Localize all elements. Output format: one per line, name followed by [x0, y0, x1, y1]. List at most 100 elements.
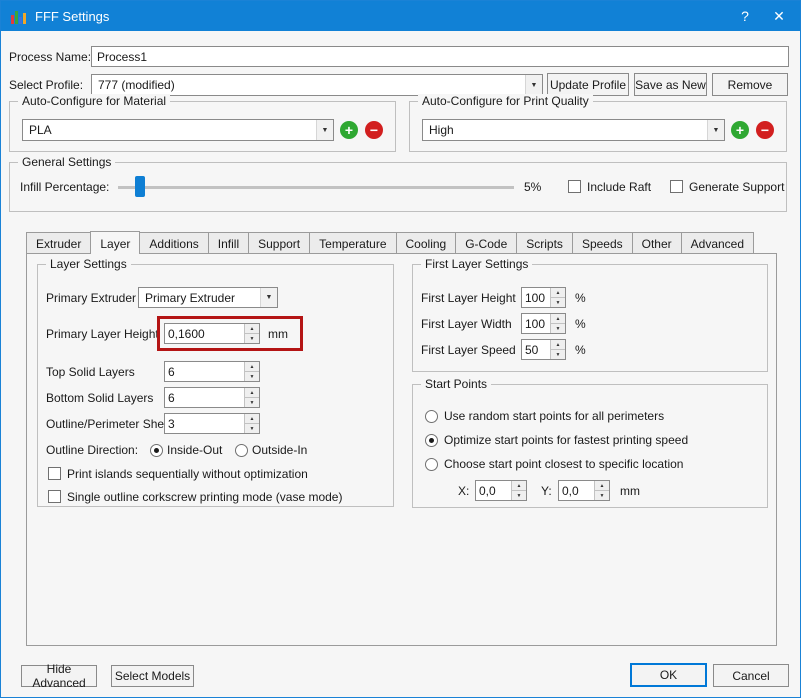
spin-buttons[interactable]: ▲ ▼	[550, 340, 565, 359]
first-layer-width-spinner[interactable]: 100 ▲ ▼	[521, 313, 566, 334]
top-solid-layers-spinner[interactable]: 6 ▲ ▼	[164, 361, 260, 382]
start-points-random-radio[interactable]	[425, 410, 438, 423]
spin-buttons[interactable]: ▲ ▼	[244, 388, 259, 407]
spin-up-icon[interactable]: ▲	[512, 481, 526, 491]
profile-combobox[interactable]: 777 (modified) ▼	[91, 74, 543, 96]
save-as-new-button[interactable]: Save as New	[634, 73, 707, 96]
dropdown-arrow-icon: ▼	[707, 120, 724, 140]
fff-settings-dialog: FFF Settings ? ✕ Process Name: Select Pr…	[0, 0, 801, 698]
ok-button[interactable]: OK	[630, 663, 707, 687]
generate-support-checkbox[interactable]	[670, 180, 683, 193]
slider-thumb[interactable]	[135, 176, 145, 197]
tab-scripts[interactable]: Scripts	[516, 232, 573, 253]
bottom-solid-layers-spinner[interactable]: 6 ▲ ▼	[164, 387, 260, 408]
start-points-closest-radio[interactable]	[425, 458, 438, 471]
quality-value: High	[429, 123, 454, 137]
first-layer-height-unit: %	[575, 291, 586, 305]
tab-infill[interactable]: Infill	[207, 232, 250, 253]
outline-direction-inside-out-radio[interactable]	[150, 444, 163, 457]
general-settings-group: General Settings Infill Percentage: 5% I…	[9, 155, 787, 212]
include-raft-checkbox[interactable]	[568, 180, 581, 193]
cancel-button[interactable]: Cancel	[713, 664, 789, 687]
spin-down-icon[interactable]: ▼	[245, 424, 259, 433]
include-raft-label[interactable]: Include Raft	[587, 180, 651, 194]
tab-additions[interactable]: Additions	[139, 232, 209, 253]
add-material-button[interactable]: +	[340, 121, 358, 139]
spin-buttons[interactable]: ▲ ▼	[244, 362, 259, 381]
remove-quality-button[interactable]: −	[756, 121, 774, 139]
titlebar[interactable]: FFF Settings ? ✕	[1, 1, 800, 31]
update-profile-button[interactable]: Update Profile	[547, 73, 629, 96]
material-combobox[interactable]: PLA ▼	[22, 119, 334, 141]
start-points-random-label[interactable]: Use random start points for all perimete…	[444, 409, 664, 423]
start-points-optimize-label[interactable]: Optimize start points for fastest printi…	[444, 433, 688, 447]
bottom-solid-layers-label: Bottom Solid Layers	[46, 391, 154, 405]
spin-buttons[interactable]: ▲ ▼	[511, 481, 526, 500]
hide-advanced-button[interactable]: Hide Advanced	[21, 662, 97, 690]
start-points-closest-label[interactable]: Choose start point closest to specific l…	[444, 457, 683, 471]
outline-shells-spinner[interactable]: 3 ▲ ▼	[164, 413, 260, 434]
first-layer-width-unit: %	[575, 317, 586, 331]
tab-support[interactable]: Support	[248, 232, 311, 253]
spin-buttons[interactable]: ▲ ▼	[550, 288, 565, 307]
tab-advanced[interactable]: Advanced	[680, 232, 755, 253]
first-layer-height-spinner[interactable]: 100 ▲ ▼	[521, 287, 566, 308]
start-points-title: Start Points	[421, 377, 492, 391]
layer-settings-title: Layer Settings	[46, 257, 131, 271]
outline-direction-outside-in-label[interactable]: Outside-In	[252, 443, 307, 457]
spin-down-icon[interactable]: ▼	[551, 298, 565, 307]
help-icon[interactable]: ?	[728, 1, 762, 31]
spin-buttons[interactable]: ▲ ▼	[244, 414, 259, 433]
spin-down-icon[interactable]: ▼	[245, 372, 259, 381]
remove-material-button[interactable]: −	[365, 121, 383, 139]
generate-support-label[interactable]: Generate Support	[689, 180, 784, 194]
spin-buttons[interactable]: ▲ ▼	[550, 314, 565, 333]
vase-mode-label[interactable]: Single outline corkscrew printing mode (…	[67, 490, 342, 504]
quality-combobox[interactable]: High ▼	[422, 119, 725, 141]
tab-cooling[interactable]: Cooling	[395, 232, 457, 253]
outline-direction-outside-in-radio[interactable]	[235, 444, 248, 457]
spin-buttons[interactable]: ▲ ▼	[594, 481, 609, 500]
spin-down-icon[interactable]: ▼	[595, 491, 609, 500]
select-models-button[interactable]: Select Models	[111, 665, 194, 687]
add-quality-button[interactable]: +	[731, 121, 749, 139]
top-solid-layers-value: 6	[168, 365, 175, 379]
tab-speeds[interactable]: Speeds	[571, 232, 633, 253]
first-layer-speed-spinner[interactable]: 50 ▲ ▼	[521, 339, 566, 360]
spin-down-icon[interactable]: ▼	[245, 398, 259, 407]
start-x-spinner[interactable]: 0,0 ▲ ▼	[475, 480, 527, 501]
tab-extruder[interactable]: Extruder	[26, 232, 92, 253]
close-icon[interactable]: ✕	[762, 1, 796, 31]
spin-down-icon[interactable]: ▼	[551, 324, 565, 333]
outline-shells-value: 3	[168, 417, 175, 431]
spin-up-icon[interactable]: ▲	[551, 314, 565, 324]
primary-layer-height-highlight	[157, 316, 303, 351]
spin-down-icon[interactable]: ▼	[551, 350, 565, 359]
spin-up-icon[interactable]: ▲	[551, 340, 565, 350]
dropdown-arrow-icon: ▼	[260, 288, 277, 307]
primary-extruder-label: Primary Extruder	[46, 291, 137, 305]
remove-profile-button[interactable]: Remove	[712, 73, 788, 96]
tab-other[interactable]: Other	[631, 232, 682, 253]
tab-temperature[interactable]: Temperature	[309, 232, 397, 253]
vase-mode-checkbox[interactable]	[48, 490, 61, 503]
print-islands-label[interactable]: Print islands sequentially without optim…	[67, 467, 308, 481]
slider-track[interactable]	[118, 186, 514, 189]
spin-down-icon[interactable]: ▼	[512, 491, 526, 500]
spin-up-icon[interactable]: ▲	[245, 414, 259, 424]
outline-direction-inside-out-label[interactable]: Inside-Out	[167, 443, 222, 457]
tab-layer[interactable]: Layer	[90, 231, 141, 254]
spin-up-icon[interactable]: ▲	[245, 362, 259, 372]
start-y-spinner[interactable]: 0,0 ▲ ▼	[558, 480, 610, 501]
layer-tab-panel: Layer Settings Primary Extruder Primary …	[26, 253, 777, 646]
spin-up-icon[interactable]: ▲	[551, 288, 565, 298]
process-name-input[interactable]	[91, 46, 789, 67]
tab-gcode[interactable]: G-Code	[455, 232, 518, 253]
spin-up-icon[interactable]: ▲	[245, 388, 259, 398]
spin-up-icon[interactable]: ▲	[595, 481, 609, 491]
start-points-optimize-radio[interactable]	[425, 434, 438, 447]
infill-percentage-label: Infill Percentage:	[20, 180, 110, 194]
primary-extruder-combobox[interactable]: Primary Extruder ▼	[138, 287, 278, 308]
infill-percentage-slider[interactable]	[118, 176, 514, 198]
print-islands-checkbox[interactable]	[48, 467, 61, 480]
